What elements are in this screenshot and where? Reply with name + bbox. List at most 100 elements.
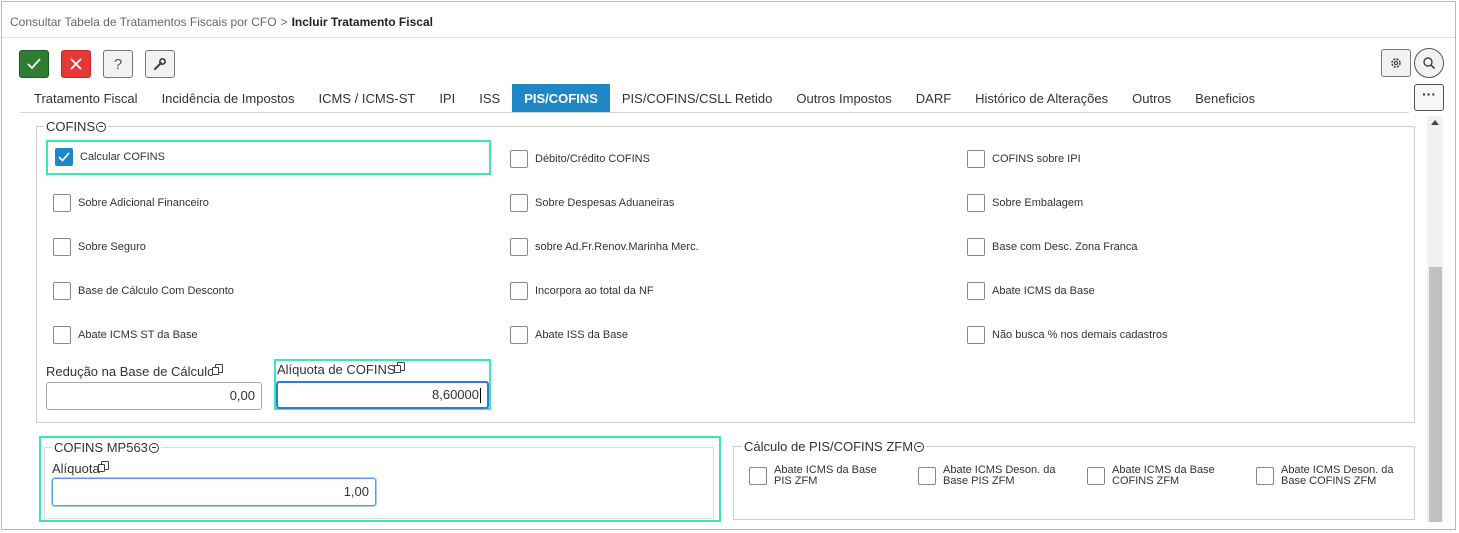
tab-outros-impostos[interactable]: Outros Impostos <box>784 84 903 112</box>
checkbox-box[interactable] <box>918 467 936 485</box>
cofins-legend-label: COFINS <box>46 119 96 134</box>
tab-icms-st[interactable]: ICMS / ICMS-ST <box>307 84 428 112</box>
breadcrumb-parent-link[interactable]: Consultar Tabela de Tratamentos Fiscais … <box>10 15 277 29</box>
checkbox-label: Base de Cálculo Com Desconto <box>78 285 234 297</box>
checkbox-abate-icms-deson-base-pis-zfm[interactable]: Abate ICMS Deson. da Base PIS ZFM <box>918 465 1059 487</box>
checkbox-box[interactable] <box>53 194 71 212</box>
scrollbar-thumb[interactable] <box>1429 267 1442 522</box>
checkbox-abate-iss-base[interactable]: Abate ISS da Base <box>510 326 628 344</box>
cancel-button[interactable] <box>61 50 91 78</box>
checkbox-box[interactable] <box>55 148 73 166</box>
main-window: Consultar Tabela de Tratamentos Fiscais … <box>1 1 1456 530</box>
checkbox-box[interactable] <box>1087 467 1105 485</box>
checkbox-incorpora-total-nf[interactable]: Incorpora ao total da NF <box>510 282 654 300</box>
tab-divider <box>20 112 1409 113</box>
zfm-legend: Cálculo de PIS/COFINS ZFM <box>742 439 927 454</box>
header-divider <box>2 37 1455 38</box>
checkbox-abate-icms-base-pis-zfm[interactable]: Abate ICMS da Base PIS ZFM <box>749 465 890 487</box>
checkbox-label: Sobre Embalagem <box>992 197 1084 209</box>
collapse-icon[interactable] <box>96 121 107 132</box>
checkbox-box[interactable] <box>967 194 985 212</box>
checkbox-box[interactable] <box>749 467 767 485</box>
copy-icon[interactable] <box>97 461 109 472</box>
checkbox-label: Abate ISS da Base <box>535 329 628 341</box>
checkbox-box[interactable] <box>967 326 985 344</box>
checkbox-sobre-embalagem[interactable]: Sobre Embalagem <box>967 194 1083 212</box>
scroll-up-arrow-icon[interactable] <box>1431 120 1439 125</box>
checkbox-sobre-seguro[interactable]: Sobre Seguro <box>53 238 146 256</box>
checkbox-abate-icms-base-cofins-zfm[interactable]: Abate ICMS da Base COFINS ZFM <box>1087 465 1228 487</box>
tab-darf[interactable]: DARF <box>904 84 963 112</box>
tab-historico-alteracoes[interactable]: Histórico de Alterações <box>963 84 1120 112</box>
checkbox-box[interactable] <box>510 282 528 300</box>
aliquota-mp563-input[interactable]: 1,00 <box>52 478 376 506</box>
checkbox-sobre-despesas-aduaneiras[interactable]: Sobre Despesas Aduaneiras <box>510 194 674 212</box>
checkbox-box[interactable] <box>510 326 528 344</box>
tab-pis-cofins[interactable]: PIS/COFINS <box>512 84 610 112</box>
aliquota-cofins-input[interactable]: 8,60000 <box>276 381 489 409</box>
checkbox-calcular-cofins[interactable]: Calcular COFINS <box>55 148 165 166</box>
more-options-button[interactable]: ··· <box>1414 84 1444 111</box>
gear-icon <box>1391 58 1401 68</box>
checkbox-box[interactable] <box>967 282 985 300</box>
close-icon <box>70 58 82 70</box>
checkbox-box[interactable] <box>53 238 71 256</box>
checkbox-ad-fr-renov-marinha[interactable]: sobre Ad.Fr.Renov.Marinha Merc. <box>510 238 699 256</box>
checkbox-box[interactable] <box>510 150 528 168</box>
collapse-icon[interactable] <box>148 442 159 453</box>
help-button[interactable]: ? <box>103 50 133 78</box>
cofins-mp563-legend: COFINS MP563 <box>52 440 161 455</box>
checkbox-box[interactable] <box>967 238 985 256</box>
reducao-base-label-text: Redução na Base de Cálculo <box>46 364 215 379</box>
aliquota-cofins-label: Alíquota de COFINS <box>277 362 405 377</box>
tab-pis-cofins-csll-retido[interactable]: PIS/COFINS/CSLL Retido <box>610 84 785 112</box>
checkbox-label: Abate ICMS Deson. da Base COFINS ZFM <box>1281 464 1394 487</box>
collapse-icon[interactable] <box>914 441 925 452</box>
checkbox-box[interactable] <box>510 238 528 256</box>
tab-tratamento-fiscal[interactable]: Tratamento Fiscal <box>22 84 150 112</box>
checkbox-label: Abate ICMS da Base COFINS ZFM <box>1112 464 1215 487</box>
checkbox-nao-busca-demais-cadastros[interactable]: Não busca % nos demais cadastros <box>967 326 1167 344</box>
reducao-base-input[interactable]: 0,00 <box>46 382 262 410</box>
checkbox-label: Sobre Adicional Financeiro <box>78 197 209 209</box>
copy-icon[interactable] <box>212 364 224 375</box>
checkbox-box[interactable] <box>53 282 71 300</box>
tab-bar: Tratamento Fiscal Incidência de Impostos… <box>22 84 1267 112</box>
checkbox-label: Incorpora ao total da NF <box>535 285 654 297</box>
checkbox-label: Abate ICMS Deson. da Base PIS ZFM <box>943 464 1056 487</box>
breadcrumb-current: Incluir Tratamento Fiscal <box>291 15 433 29</box>
checkbox-box[interactable] <box>967 150 985 168</box>
aliquota-mp563-label: Alíquota <box>52 461 109 476</box>
checkbox-abate-icms-base[interactable]: Abate ICMS da Base <box>967 282 1095 300</box>
checkbox-abate-icms-deson-base-cofins-zfm[interactable]: Abate ICMS Deson. da Base COFINS ZFM <box>1256 465 1397 487</box>
checkbox-abate-icms-st-base[interactable]: Abate ICMS ST da Base <box>53 326 198 344</box>
checkmark-icon <box>58 152 70 162</box>
checkbox-sobre-adicional-financeiro[interactable]: Sobre Adicional Financeiro <box>53 194 209 212</box>
checkbox-label: Sobre Seguro <box>78 241 146 253</box>
search-button[interactable] <box>1414 48 1444 78</box>
checkbox-cofins-sobre-ipi[interactable]: COFINS sobre IPI <box>967 150 1081 168</box>
checkbox-label: Sobre Despesas Aduaneiras <box>535 197 675 209</box>
copy-icon[interactable] <box>393 362 405 373</box>
tab-beneficios[interactable]: Beneficios <box>1183 84 1267 112</box>
aliquota-cofins-label-text: Alíquota de COFINS <box>277 362 396 377</box>
check-icon <box>27 58 41 70</box>
checkbox-label: Base com Desc. Zona Franca <box>992 241 1138 253</box>
checkbox-box[interactable] <box>510 194 528 212</box>
tools-button[interactable] <box>145 50 175 78</box>
checkbox-base-desc-zona-franca[interactable]: Base com Desc. Zona Franca <box>967 238 1138 256</box>
checkbox-box[interactable] <box>1256 467 1274 485</box>
checkbox-debito-credito-cofins[interactable]: Débito/Crédito COFINS <box>510 150 650 168</box>
aliquota-mp563-label-text: Alíquota <box>52 461 100 476</box>
checkbox-label: sobre Ad.Fr.Renov.Marinha Merc. <box>535 241 699 253</box>
confirm-button[interactable] <box>19 50 49 78</box>
tab-iss[interactable]: ISS <box>467 84 512 112</box>
checkbox-box[interactable] <box>53 326 71 344</box>
checkbox-base-calculo-com-desconto[interactable]: Base de Cálculo Com Desconto <box>53 282 234 300</box>
tab-ipi[interactable]: IPI <box>427 84 467 112</box>
settings-button[interactable] <box>1381 49 1411 77</box>
tab-incidencia-impostos[interactable]: Incidência de Impostos <box>150 84 307 112</box>
tab-outros[interactable]: Outros <box>1120 84 1183 112</box>
checkbox-label: Não busca % nos demais cadastros <box>992 329 1168 341</box>
checkbox-label: Abate ICMS da Base <box>992 285 1095 297</box>
